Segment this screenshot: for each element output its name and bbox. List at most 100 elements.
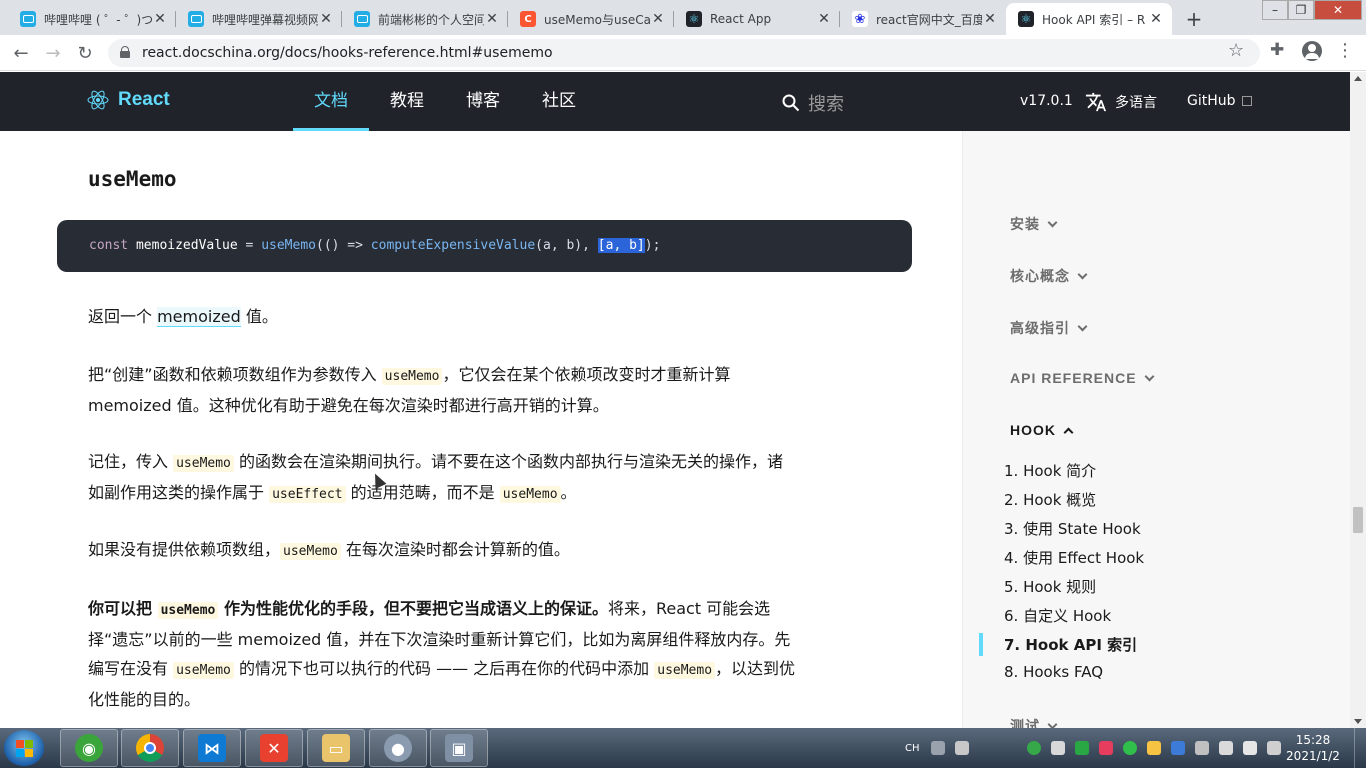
sidebar-section-install[interactable]: 安装 xyxy=(1010,214,1058,234)
search-placeholder: 搜索 xyxy=(808,94,844,115)
logo-text: React xyxy=(118,89,170,110)
code-function: useMemo xyxy=(261,238,316,253)
close-tab-icon[interactable]: ✕ xyxy=(816,11,832,27)
sidebar-item-hook-intro[interactable]: 1. Hook 简介 xyxy=(1004,460,1096,481)
show-desktop-button[interactable] xyxy=(1354,728,1366,768)
wechat-icon[interactable] xyxy=(1122,741,1137,755)
close-tab-icon[interactable]: ✕ xyxy=(152,11,168,27)
input-method[interactable]: CH xyxy=(905,743,920,754)
notification-icon[interactable] xyxy=(1146,741,1161,755)
close-tab-icon[interactable]: ✕ xyxy=(982,11,998,27)
chrome-icon xyxy=(136,734,164,762)
language-selector[interactable]: 多语言 xyxy=(1085,91,1157,113)
sidebar-section-core-concepts[interactable]: 核心概念 xyxy=(1010,266,1088,286)
profile-avatar[interactable] xyxy=(1302,41,1322,61)
code-selection: [a, b] xyxy=(597,238,645,253)
browser-tab[interactable]: 哔哩哔哩 ( ゜- ゜)つ ✕ xyxy=(8,3,176,35)
sidebar-item-hooks-faq[interactable]: 8. Hooks FAQ xyxy=(1004,663,1103,681)
keyboard-icon[interactable] xyxy=(930,741,945,755)
browser-tab[interactable]: ❀ react官网中文_百度 ✕ xyxy=(840,3,1006,35)
usb-icon[interactable] xyxy=(1050,741,1065,755)
code-end: ); xyxy=(644,238,661,253)
power-icon[interactable] xyxy=(1218,741,1233,755)
sidebar-section-api-reference[interactable]: API REFERENCE xyxy=(1010,370,1155,386)
nvidia-icon[interactable] xyxy=(1074,741,1089,755)
scroll-down-arrow-icon[interactable] xyxy=(1354,719,1362,724)
minimize-window-button[interactable]: – xyxy=(1262,0,1288,20)
react-logo-icon xyxy=(87,90,109,110)
close-tab-icon[interactable]: ✕ xyxy=(1148,11,1164,27)
react-logo[interactable]: React xyxy=(87,89,170,111)
nav-tutorial[interactable]: 教程 xyxy=(373,72,441,131)
github-link[interactable]: GitHub xyxy=(1187,93,1252,109)
bilibili-icon xyxy=(354,11,370,27)
bookmark-star-icon[interactable]: ☆ xyxy=(1228,40,1244,61)
forward-button[interactable]: → xyxy=(40,40,66,66)
code-operator: = xyxy=(237,238,262,253)
app-tray-icon[interactable] xyxy=(1098,741,1113,755)
bluetooth-icon[interactable] xyxy=(1170,741,1185,755)
memoized-link[interactable]: memoized xyxy=(157,307,241,327)
taskbar-explorer[interactable]: ▭ xyxy=(307,729,365,767)
paragraph: 返回一个 memoized 值。 xyxy=(88,307,278,327)
taskbar-app[interactable]: ▣ xyxy=(430,729,488,767)
new-tab-button[interactable]: + xyxy=(1180,5,1208,33)
back-button[interactable]: ← xyxy=(8,40,34,66)
sidebar-section-advanced[interactable]: 高级指引 xyxy=(1010,318,1088,338)
sidebar-item-hook-api[interactable]: 7. Hook API 索引 xyxy=(1004,634,1137,655)
action-center-icon[interactable] xyxy=(1266,741,1281,755)
start-button[interactable] xyxy=(4,730,44,766)
nav-docs[interactable]: 文档 xyxy=(293,72,369,131)
reload-button[interactable]: ↻ xyxy=(72,40,98,66)
vscode-icon: ⋈ xyxy=(198,734,226,762)
site-search[interactable]: 搜索 xyxy=(782,90,844,116)
taskbar-app[interactable]: ● xyxy=(369,729,427,767)
browser-tab[interactable]: C useMemo与useCallback ✕ xyxy=(508,3,674,35)
csdn-icon: C xyxy=(520,11,536,27)
address-bar[interactable]: react.docschina.org/docs/hooks-reference… xyxy=(108,39,1260,67)
tools-icon: ▣ xyxy=(445,734,473,762)
version-link[interactable]: v17.0.1 xyxy=(1020,93,1073,109)
browser-tab-active[interactable]: ⚛ Hook API 索引 – R ✕ xyxy=(1006,3,1172,35)
browser-menu-icon[interactable]: ⋮ xyxy=(1336,40,1354,61)
extensions-icon[interactable]: ✚ xyxy=(1270,40,1284,60)
browser-tab[interactable]: ⚛ React App ✕ xyxy=(674,3,840,35)
sidebar-section-hook[interactable]: HOOK xyxy=(1010,422,1074,438)
browser-tab-strip: 哔哩哔哩 ( ゜- ゜)つ ✕ 哔哩哔哩弹幕视频网 ✕ 前端彬彬的个人空间 ✕ … xyxy=(0,0,1366,35)
display-icon[interactable] xyxy=(1194,741,1209,755)
sidebar-section-testing[interactable]: 测试 xyxy=(1010,716,1058,728)
sidebar-item-hook-rules[interactable]: 5. Hook 规则 xyxy=(1004,576,1096,597)
bilibili-icon xyxy=(20,11,36,27)
close-tab-icon[interactable]: ✕ xyxy=(650,11,666,27)
chevron-down-icon xyxy=(1047,719,1058,728)
code-block[interactable]: const memoizedValue = useMemo(() => comp… xyxy=(57,220,912,272)
page-scrollbar[interactable] xyxy=(1350,72,1366,728)
ime-icon[interactable] xyxy=(954,741,969,755)
system-clock[interactable]: 15:28 2021/1/2 xyxy=(1283,732,1343,764)
browser-tab[interactable]: 哔哩哔哩弹幕视频网 ✕ xyxy=(176,3,342,35)
close-window-button[interactable]: ✕ xyxy=(1314,0,1362,20)
taskbar-vscode[interactable]: ⋈ xyxy=(183,729,241,767)
taskbar-xmind[interactable]: ✕ xyxy=(245,729,303,767)
nav-blog[interactable]: 博客 xyxy=(449,72,517,131)
maximize-window-button[interactable]: ❐ xyxy=(1288,0,1314,20)
section-heading: useMemo xyxy=(88,167,177,191)
volume-icon[interactable] xyxy=(1242,741,1257,755)
sidebar-item-hook-overview[interactable]: 2. Hook 概览 xyxy=(1004,489,1096,510)
network-app-icon[interactable] xyxy=(1026,741,1041,755)
sidebar-item-state-hook[interactable]: 3. 使用 State Hook xyxy=(1004,518,1141,539)
scroll-thumb[interactable] xyxy=(1353,507,1363,533)
url-text[interactable]: react.docschina.org/docs/hooks-reference… xyxy=(142,45,553,61)
taskbar-chrome[interactable] xyxy=(121,729,179,767)
inline-code: useMemo xyxy=(654,662,716,679)
browser-tab[interactable]: 前端彬彬的个人空间 ✕ xyxy=(342,3,508,35)
scroll-up-arrow-icon[interactable] xyxy=(1354,76,1362,81)
close-tab-icon[interactable]: ✕ xyxy=(484,11,500,27)
react-icon: ⚛ xyxy=(1018,11,1034,27)
sidebar-item-effect-hook[interactable]: 4. 使用 Effect Hook xyxy=(1004,547,1144,568)
taskbar-wifi-app[interactable]: ◉ xyxy=(60,729,118,767)
nav-community[interactable]: 社区 xyxy=(525,72,593,131)
code-args: (a, b), xyxy=(535,238,598,253)
sidebar-item-custom-hook[interactable]: 6. 自定义 Hook xyxy=(1004,605,1111,626)
close-tab-icon[interactable]: ✕ xyxy=(318,11,334,27)
